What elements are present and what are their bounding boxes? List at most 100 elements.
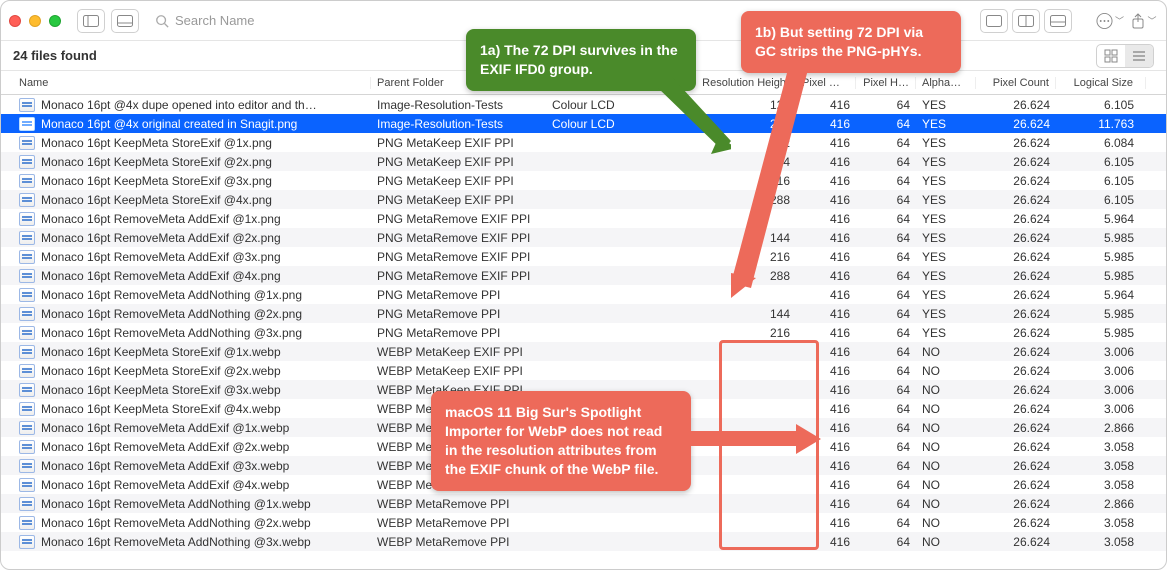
table-row[interactable]: Monaco 16pt RemoveMeta AddExif @2x.pngPN… <box>1 228 1166 247</box>
col-ph[interactable]: Pixel H… <box>856 77 916 89</box>
table-row[interactable]: Monaco 16pt KeepMeta StoreExif @3x.pngPN… <box>1 171 1166 190</box>
cell-parent: PNG MetaRemove PPI <box>371 288 546 302</box>
table-row[interactable]: Monaco 16pt KeepMeta StoreExif @4x.pngPN… <box>1 190 1166 209</box>
table-row[interactable]: Monaco 16pt RemoveMeta AddNothing @3x.we… <box>1 532 1166 551</box>
table-row[interactable]: Monaco 16pt @4x original created in Snag… <box>1 114 1166 133</box>
table-row[interactable]: Monaco 16pt RemoveMeta AddNothing @1x.we… <box>1 494 1166 513</box>
cell-parent: PNG MetaRemove EXIF PPI <box>371 231 546 245</box>
cell-pcount: 26.624 <box>976 231 1056 245</box>
cell-lsize: 5.964 <box>1056 288 1146 302</box>
table-row[interactable]: Monaco 16pt RemoveMeta AddExif @1x.pngPN… <box>1 209 1166 228</box>
cell-name: Monaco 16pt RemoveMeta AddNothing @3x.pn… <box>1 326 371 340</box>
zoom-window-button[interactable] <box>49 15 61 27</box>
minimize-window-button[interactable] <box>29 15 41 27</box>
cell-lsize: 3.058 <box>1056 478 1146 492</box>
table-row[interactable]: Monaco 16pt RemoveMeta AddNothing @2x.pn… <box>1 304 1166 323</box>
file-icon <box>19 440 35 454</box>
cell-lsize: 5.985 <box>1056 307 1146 321</box>
cell-alpha: YES <box>916 174 976 188</box>
file-icon <box>19 383 35 397</box>
table-row[interactable]: Monaco 16pt RemoveMeta AddExif @4x.pngPN… <box>1 266 1166 285</box>
cell-lsize: 6.084 <box>1056 136 1146 150</box>
cell-lsize: 2.866 <box>1056 421 1146 435</box>
table-body[interactable]: Monaco 16pt @4x dupe opened into editor … <box>1 95 1166 570</box>
cell-ph: 64 <box>856 212 916 226</box>
col-name[interactable]: Name <box>1 77 371 89</box>
file-icon <box>19 155 35 169</box>
cell-ph: 64 <box>856 383 916 397</box>
cell-pcount: 26.624 <box>976 136 1056 150</box>
cell-ph: 64 <box>856 193 916 207</box>
table-row[interactable]: Monaco 16pt KeepMeta StoreExif @1x.webpW… <box>1 342 1166 361</box>
layout-split-icon <box>1018 15 1034 27</box>
chevron-down-icon: ﹀ <box>1115 14 1124 27</box>
cell-name: Monaco 16pt KeepMeta StoreExif @2x.webp <box>1 364 371 378</box>
table-row[interactable]: Monaco 16pt KeepMeta StoreExif @2x.webpW… <box>1 361 1166 380</box>
table-row[interactable]: Monaco 16pt @4x dupe opened into editor … <box>1 95 1166 114</box>
layout-1-button[interactable] <box>980 9 1008 33</box>
cell-alpha: NO <box>916 402 976 416</box>
cell-lsize: 2.866 <box>1056 497 1146 511</box>
cell-name: Monaco 16pt RemoveMeta AddNothing @2x.pn… <box>1 307 371 321</box>
cell-parent: PNG MetaKeep EXIF PPI <box>371 155 546 169</box>
cell-pcount: 26.624 <box>976 478 1056 492</box>
cell-alpha: NO <box>916 478 976 492</box>
cell-parent: WEBP MetaRemove PPI <box>371 497 546 511</box>
close-window-button[interactable] <box>9 15 21 27</box>
cell-ph: 64 <box>856 478 916 492</box>
share-button[interactable]: ﹀ <box>1130 9 1158 33</box>
path-icon <box>117 15 133 27</box>
cell-lsize: 3.058 <box>1056 459 1146 473</box>
grid-view-button[interactable] <box>1097 45 1125 67</box>
table-row[interactable]: Monaco 16pt KeepMeta StoreExif @2x.pngPN… <box>1 152 1166 171</box>
cell-alpha: NO <box>916 440 976 454</box>
cell-ph: 64 <box>856 459 916 473</box>
file-icon <box>19 212 35 226</box>
table-row[interactable]: Monaco 16pt RemoveMeta AddExif @3x.pngPN… <box>1 247 1166 266</box>
cell-pw: 416 <box>796 326 856 340</box>
view-mode-segment[interactable] <box>1096 44 1154 68</box>
file-icon <box>19 326 35 340</box>
search-field[interactable]: Search Name <box>155 13 435 28</box>
table-row[interactable]: Monaco 16pt RemoveMeta AddNothing @1x.pn… <box>1 285 1166 304</box>
col-alpha[interactable]: Alpha… <box>916 77 976 89</box>
file-icon <box>19 459 35 473</box>
cell-ph: 64 <box>856 250 916 264</box>
window-controls <box>9 15 61 27</box>
cell-alpha: YES <box>916 136 976 150</box>
cell-name: Monaco 16pt @4x dupe opened into editor … <box>1 98 371 112</box>
cell-name: Monaco 16pt RemoveMeta AddExif @3x.png <box>1 250 371 264</box>
table-row[interactable]: Monaco 16pt KeepMeta StoreExif @1x.pngPN… <box>1 133 1166 152</box>
cell-parent: PNG MetaRemove EXIF PPI <box>371 212 546 226</box>
cell-parent: PNG MetaKeep EXIF PPI <box>371 174 546 188</box>
cell-pcount: 26.624 <box>976 193 1056 207</box>
path-toggle-button[interactable] <box>111 9 139 33</box>
cell-parent: WEBP MetaKeep EXIF PPI <box>371 364 546 378</box>
table-row[interactable]: Monaco 16pt RemoveMeta AddNothing @2x.we… <box>1 513 1166 532</box>
layout-2-button[interactable] <box>1012 9 1040 33</box>
sidebar-toggle-button[interactable] <box>77 9 105 33</box>
col-lsize[interactable]: Logical Size <box>1056 77 1146 89</box>
cell-lsize: 5.964 <box>1056 212 1146 226</box>
cell-lsize: 3.006 <box>1056 383 1146 397</box>
table-row[interactable]: Monaco 16pt RemoveMeta AddNothing @3x.pn… <box>1 323 1166 342</box>
cell-pcount: 26.624 <box>976 288 1056 302</box>
cell-ph: 64 <box>856 364 916 378</box>
files-found-label: 24 files found <box>13 48 97 63</box>
cell-name: Monaco 16pt RemoveMeta AddExif @2x.webp <box>1 440 371 454</box>
layout-3-button[interactable] <box>1044 9 1072 33</box>
cell-alpha: NO <box>916 535 976 549</box>
cell-lsize: 3.058 <box>1056 440 1146 454</box>
cell-ph: 64 <box>856 497 916 511</box>
cell-pcount: 26.624 <box>976 383 1056 397</box>
cell-name: Monaco 16pt KeepMeta StoreExif @3x.webp <box>1 383 371 397</box>
cell-alpha: YES <box>916 212 976 226</box>
annotation-1a-arrow <box>591 76 731 156</box>
cell-parent: WEBP MetaRemove PPI <box>371 516 546 530</box>
col-pcount[interactable]: Pixel Count <box>976 77 1056 89</box>
file-icon <box>19 231 35 245</box>
list-view-button[interactable] <box>1125 45 1153 67</box>
file-icon <box>19 250 35 264</box>
cell-name: Monaco 16pt KeepMeta StoreExif @4x.webp <box>1 402 371 416</box>
actions-menu-button[interactable]: ﹀ <box>1096 9 1124 33</box>
